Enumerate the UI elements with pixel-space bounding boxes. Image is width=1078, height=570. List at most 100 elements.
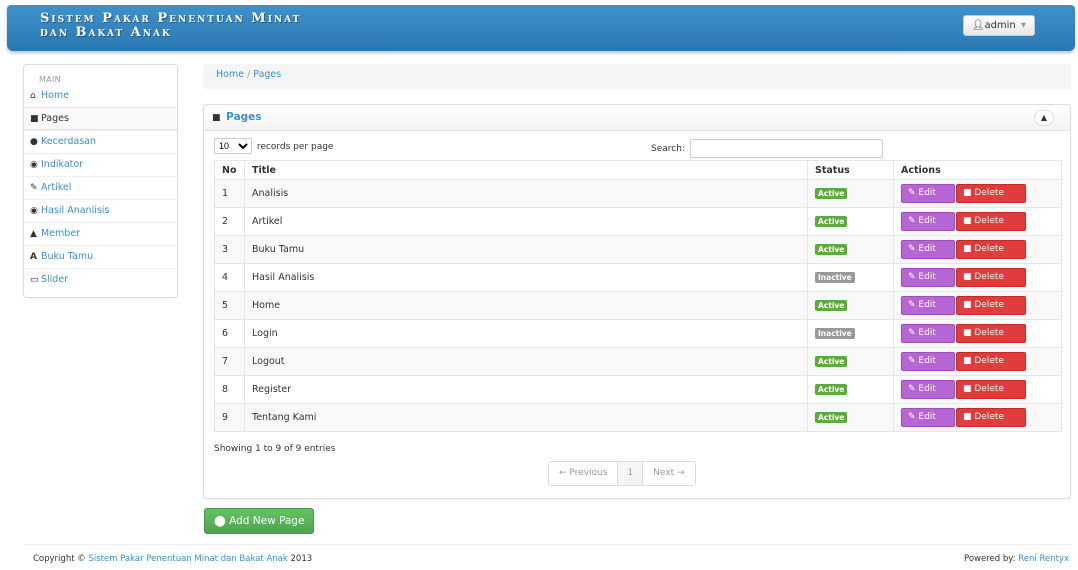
- cell-title: Login: [244, 319, 808, 348]
- sidebar-item-home[interactable]: ⌂ Home: [24, 89, 177, 107]
- sidebar-item-slider[interactable]: ▭ Slider: [24, 268, 177, 291]
- edit-button[interactable]: ✎ Edit: [901, 184, 955, 203]
- delete-button[interactable]: ■ Delete: [956, 268, 1026, 287]
- trash-icon: ■: [963, 216, 975, 226]
- delete-button[interactable]: ■ Delete: [956, 408, 1026, 427]
- table-row: 5 Home Active ✎ Edit ■ Delete: [214, 291, 1062, 320]
- sidebar-item-indikator[interactable]: ◉ Indikator: [24, 153, 177, 176]
- edit-button[interactable]: ✎ Edit: [901, 352, 955, 371]
- trash-icon: ■: [963, 188, 975, 198]
- trash-icon: ■: [963, 244, 975, 254]
- sidebar-item-buku-tamu[interactable]: A Buku Tamu: [24, 245, 177, 268]
- cell-title: Tentang Kami: [244, 403, 808, 432]
- sidebar-item-hasil-ananlisis[interactable]: ◉ Hasil Ananlisis: [24, 199, 177, 222]
- cell-no: 5: [214, 291, 245, 320]
- eye-slash-icon: ◉: [30, 160, 38, 170]
- column-header-status[interactable]: Status: [807, 160, 894, 180]
- plus-circle-icon: ⬤: [214, 515, 230, 527]
- pencil-icon: ✎: [30, 183, 38, 193]
- sidebar-item-artikel[interactable]: ✎ Artikel: [24, 176, 177, 199]
- sidebar-item-label: Buku Tamu: [41, 251, 94, 262]
- cell-actions: ✎ Edit ■ Delete: [893, 263, 1062, 292]
- status-badge: Active: [815, 188, 848, 199]
- app-title[interactable]: Sistem Pakar Penentuan Minat dan Bakat A…: [40, 12, 301, 40]
- edit-button[interactable]: ✎ Edit: [901, 296, 955, 315]
- chevron-down-icon: ▾: [1020, 20, 1026, 31]
- delete-button[interactable]: ■ Delete: [956, 324, 1026, 343]
- status-badge: Active: [815, 244, 848, 255]
- edit-button[interactable]: ✎ Edit: [901, 380, 955, 399]
- cell-title: Logout: [244, 347, 808, 376]
- previous-page-button[interactable]: ← Previous: [549, 462, 617, 485]
- search-input[interactable]: [689, 139, 883, 158]
- cell-title: Hasil Analisis: [244, 263, 808, 292]
- image-icon: ▭: [30, 275, 39, 285]
- cell-no: 7: [214, 347, 245, 376]
- delete-button[interactable]: ■ Delete: [956, 352, 1026, 371]
- edit-button[interactable]: ✎ Edit: [901, 324, 955, 343]
- cell-status: Active: [807, 347, 894, 376]
- cell-status: Active: [807, 235, 894, 264]
- delete-button[interactable]: ■ Delete: [956, 240, 1026, 259]
- cell-no: 2: [214, 207, 245, 236]
- cell-status: Active: [807, 403, 894, 432]
- breadcrumb-home-link[interactable]: Home: [216, 69, 244, 80]
- cell-status: Inactive: [807, 319, 894, 348]
- cell-no: 6: [214, 319, 245, 348]
- delete-button[interactable]: ■ Delete: [956, 380, 1026, 399]
- add-new-page-button[interactable]: ⬤ Add New Page: [204, 508, 315, 534]
- breadcrumb: Home / Pages: [203, 64, 1071, 89]
- page-number-button[interactable]: 1: [617, 462, 644, 485]
- status-badge: Active: [815, 412, 848, 423]
- cell-status: Active: [807, 179, 894, 208]
- edit-button[interactable]: ✎ Edit: [901, 268, 955, 287]
- sidebar-item-label: Hasil Ananlisis: [41, 205, 110, 216]
- column-header-title[interactable]: Title: [244, 160, 808, 180]
- cell-actions: ✎ Edit ■ Delete: [893, 235, 1062, 264]
- sidebar-item-label: Home: [41, 90, 70, 101]
- delete-button[interactable]: ■ Delete: [956, 296, 1026, 315]
- page-length-select[interactable]: 10: [214, 138, 252, 154]
- user-menu-button[interactable]: 👤︎admin ▾: [962, 15, 1035, 36]
- cell-actions: ✎ Edit ■ Delete: [893, 179, 1062, 208]
- cell-no: 3: [214, 235, 245, 264]
- circle-icon: ●: [30, 137, 38, 147]
- edit-button[interactable]: ✎ Edit: [901, 212, 955, 231]
- sidebar-item-label: Pages: [41, 113, 69, 124]
- sidebar-item-member[interactable]: ▲ Member: [24, 222, 177, 245]
- trash-icon: ■: [963, 412, 975, 422]
- cell-title: Analisis: [244, 179, 808, 208]
- edit-button[interactable]: ✎ Edit: [901, 240, 955, 259]
- delete-button-label: Delete: [974, 216, 1004, 226]
- edit-icon: ✎: [908, 356, 919, 366]
- status-badge: Inactive: [815, 328, 855, 339]
- edit-button[interactable]: ✎ Edit: [901, 408, 955, 427]
- sidebar-item-label: Artikel: [41, 182, 72, 193]
- status-badge: Active: [815, 356, 848, 367]
- edit-icon: ✎: [908, 328, 919, 338]
- delete-button-label: Delete: [974, 412, 1004, 422]
- user-icon: 👤︎: [971, 20, 985, 31]
- delete-button-label: Delete: [974, 272, 1004, 282]
- status-badge: Inactive: [815, 272, 855, 283]
- cell-no: 9: [214, 403, 245, 432]
- table-row: 7 Logout Active ✎ Edit ■ Delete: [214, 347, 1062, 376]
- table-header-row: No Title Status Actions: [214, 160, 1062, 180]
- home-icon: ⌂: [30, 91, 36, 101]
- edit-button-label: Edit: [918, 328, 936, 338]
- delete-button[interactable]: ■ Delete: [956, 184, 1026, 203]
- cell-actions: ✎ Edit ■ Delete: [893, 207, 1062, 236]
- sidebar-item-pages[interactable]: ■ Pages: [24, 107, 177, 130]
- sidebar-item-kecerdasan[interactable]: ● Kecerdasan: [24, 130, 177, 153]
- edit-button-label: Edit: [918, 272, 936, 282]
- cell-title: Home: [244, 291, 808, 320]
- next-page-button[interactable]: Next →: [643, 462, 694, 485]
- page-length-label: records per page: [256, 142, 334, 152]
- powered-link[interactable]: Reni Rentyx: [1018, 554, 1069, 564]
- delete-button[interactable]: ■ Delete: [956, 212, 1026, 231]
- column-header-no[interactable]: No: [214, 160, 245, 180]
- edit-icon: ✎: [908, 412, 919, 422]
- pages-panel: ■ Pages ▲ 10 records per page Search: No…: [203, 104, 1071, 499]
- collapse-button[interactable]: ▲: [1034, 110, 1054, 126]
- copyright-link[interactable]: Sistem Pakar Penentuan Minat dan Bakat A…: [88, 554, 287, 564]
